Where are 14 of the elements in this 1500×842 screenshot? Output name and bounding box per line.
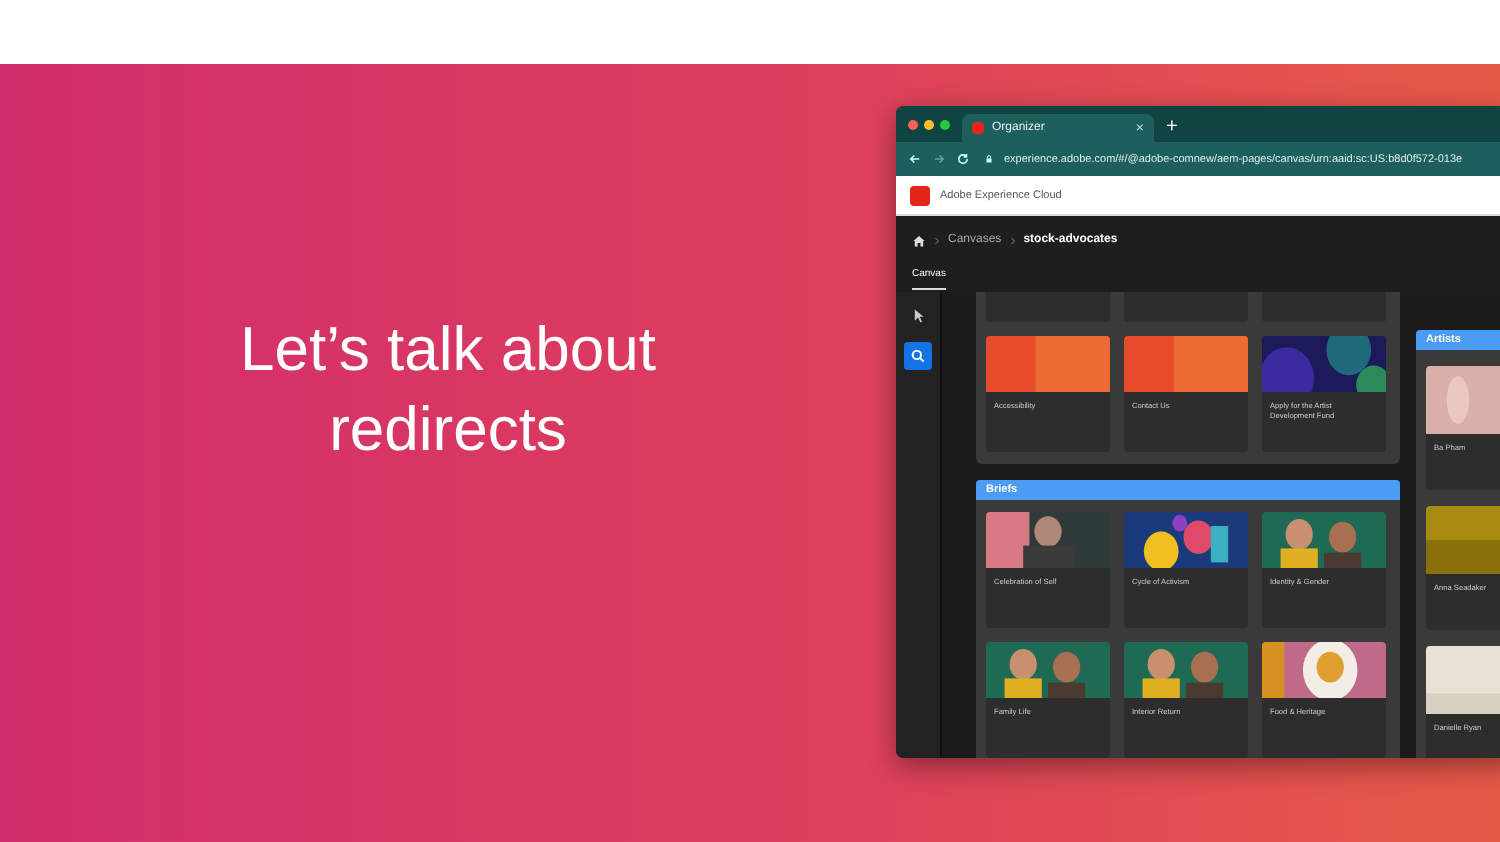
reload-icon[interactable] [956,152,970,166]
home-icon[interactable] [912,233,926,247]
logo-icon [910,185,930,205]
chevron-icon [1009,235,1016,245]
search-icon [910,348,926,364]
lock-icon [984,154,994,164]
search-button[interactable] [904,342,932,370]
chevron-icon [934,235,940,245]
new-tab-button[interactable]: + [1166,114,1178,142]
window-controls-icon[interactable] [908,119,950,129]
back-icon[interactable] [908,152,922,166]
logo-icon [972,122,984,134]
pointer-icon [910,308,926,324]
slide-heading: Let’s talk about redirects [238,312,658,468]
